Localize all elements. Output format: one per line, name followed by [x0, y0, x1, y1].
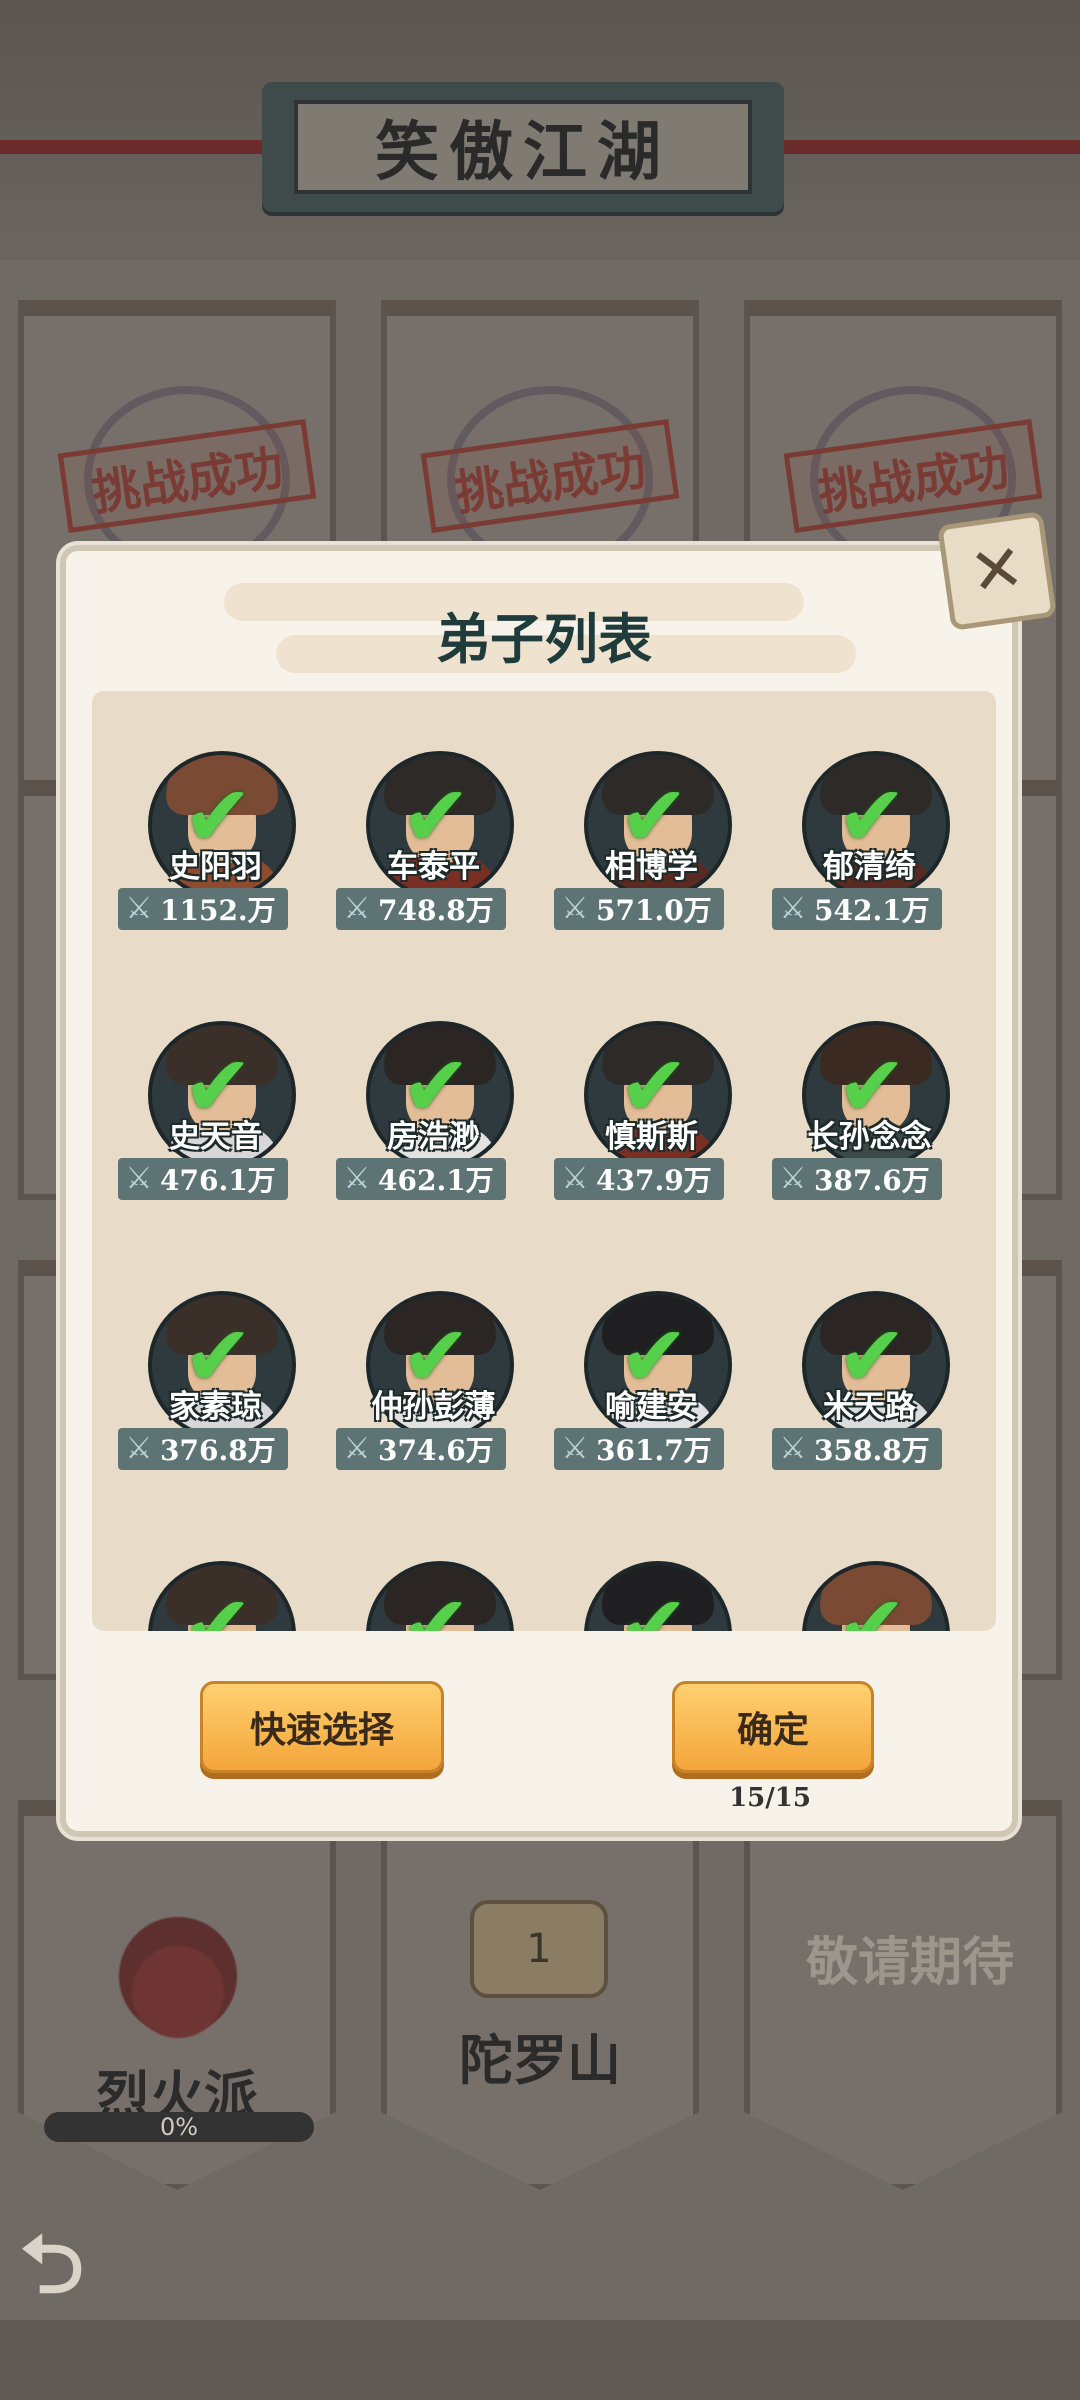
lock-icon: 1: [470, 1900, 608, 1998]
disciple-name: 长孙念念: [807, 1119, 932, 1155]
disciple-name: 相博学: [605, 849, 698, 885]
power-badge: ⚔ 374.6万: [336, 1428, 506, 1470]
power-badge: ⚔ 542.1万: [772, 888, 942, 930]
dialog-title: 弟子列表: [436, 607, 652, 671]
power-badge: ⚔ 476.1万: [118, 1158, 288, 1200]
disciple-card[interactable]: ✔ 房浩渺 ⚔ 462.1万: [336, 1013, 521, 1223]
quick-select-button[interactable]: 快速选择: [200, 1681, 444, 1773]
disciple-card[interactable]: ✔: [128, 1553, 303, 1631]
crossed-swords-icon: ⚔: [561, 1431, 589, 1466]
confirm-button[interactable]: 确定: [672, 1681, 874, 1773]
disciple-card[interactable]: ✔ 慎斯斯 ⚔ 437.9万: [554, 1013, 739, 1223]
power-value: 387.6万: [814, 1164, 930, 1197]
disciple-name: 史天音: [169, 1119, 262, 1155]
stage-label: 陀罗山: [459, 2028, 621, 2092]
disciple-name: 房浩渺: [387, 1119, 480, 1155]
disciple-name: 喻建安: [605, 1389, 698, 1425]
power-value: 1152.万: [160, 894, 276, 927]
checkmark-icon: ✔: [400, 1577, 472, 1631]
rope-right: [770, 140, 1080, 154]
disciple-name: 仲孙彭薄: [371, 1389, 496, 1425]
disciple-name: 慎斯斯: [605, 1119, 698, 1155]
power-value: 358.8万: [814, 1434, 930, 1467]
disciple-name: 家素琼: [169, 1389, 262, 1425]
disciple-card[interactable]: ✔ 郁清绮 ⚔ 542.1万: [772, 743, 957, 953]
checkmark-icon: ✔: [182, 1577, 254, 1631]
power-value: 376.8万: [160, 1434, 276, 1467]
disciple-grid: ✔ 史阳羽 ⚔ 1152.万 ✔ 车泰平 ⚔ 748.8万 ✔ 相博学 ⚔ 571.0万 ✔ 郁清绮 ⚔ 54…: [92, 691, 996, 1631]
power-value: 748.8万: [378, 894, 494, 927]
power-badge: ⚔ 358.8万: [772, 1428, 942, 1470]
disciple-name: 史阳羽: [169, 849, 262, 885]
power-badge: ⚔ 437.9万: [554, 1158, 724, 1200]
crossed-swords-icon: ⚔: [779, 1431, 807, 1466]
power-badge: ⚔ 462.1万: [336, 1158, 506, 1200]
disciple-card[interactable]: ✔ 相博学 ⚔ 571.0万: [554, 743, 739, 953]
dialog-header: 弟子列表: [224, 583, 864, 683]
crossed-swords-icon: ⚔: [561, 1161, 589, 1196]
page-title: 笑傲江湖: [294, 100, 752, 194]
disciple-card[interactable]: ✔: [564, 1553, 739, 1631]
stage-banner-coming-soon: [744, 1800, 1062, 2190]
crossed-swords-icon: ⚔: [125, 1431, 153, 1466]
power-badge: ⚔ 571.0万: [554, 888, 724, 930]
disciple-card[interactable]: ✔: [346, 1553, 521, 1631]
crossed-swords-icon: ⚔: [343, 1161, 371, 1196]
disciple-card[interactable]: ✔ 米天路 ⚔ 358.8万: [772, 1283, 957, 1493]
stage-progress: 0%: [44, 2112, 314, 2142]
power-badge: ⚔ 1152.万: [118, 888, 288, 930]
disciple-name: 车泰平: [387, 849, 480, 885]
crossed-swords-icon: ⚔: [343, 891, 371, 926]
power-value: 542.1万: [814, 894, 930, 927]
disciple-name: 米天路: [823, 1389, 916, 1425]
disciple-card[interactable]: ✔ 史阳羽 ⚔ 1152.万: [118, 743, 303, 953]
checkmark-icon: ✔: [618, 1577, 690, 1631]
close-icon[interactable]: ✕: [937, 511, 1057, 631]
power-badge: ⚔ 748.8万: [336, 888, 506, 930]
crossed-swords-icon: ⚔: [343, 1431, 371, 1466]
disciple-card[interactable]: ✔ 车泰平 ⚔ 748.8万: [336, 743, 521, 953]
title-plaque: 笑傲江湖: [262, 82, 784, 212]
bottom-bar: [0, 2320, 1080, 2400]
power-value: 571.0万: [596, 894, 712, 927]
crossed-swords-icon: ⚔: [125, 891, 153, 926]
power-badge: ⚔ 361.7万: [554, 1428, 724, 1470]
crossed-swords-icon: ⚔: [779, 1161, 807, 1196]
disciple-card[interactable]: ✔ 史天音 ⚔ 476.1万: [118, 1013, 303, 1223]
crossed-swords-icon: ⚔: [125, 1161, 153, 1196]
power-value: 374.6万: [378, 1434, 494, 1467]
disciple-card[interactable]: ✔ 喻建安 ⚔ 361.7万: [554, 1283, 739, 1493]
power-value: 361.7万: [596, 1434, 712, 1467]
disciple-card[interactable]: ✔ 长孙念念 ⚔ 387.6万: [772, 1013, 957, 1223]
power-value: 437.9万: [596, 1164, 712, 1197]
rope-left: [0, 140, 280, 154]
power-badge: ⚔ 376.8万: [118, 1428, 288, 1470]
checkmark-icon: ✔: [836, 1577, 908, 1631]
back-arrow-icon[interactable]: ⮌: [20, 2218, 140, 2320]
disciple-card[interactable]: ✔ 家素琼 ⚔ 376.8万: [118, 1283, 303, 1493]
disciple-card[interactable]: ✔ 仲孙彭薄 ⚔ 374.6万: [336, 1283, 521, 1493]
disciple-name: 郁清绮: [823, 849, 916, 885]
selected-count: 15/15: [729, 1783, 811, 1813]
disciple-card[interactable]: ✔: [782, 1553, 957, 1631]
coming-soon-label: 敬请期待: [805, 1933, 1014, 1993]
power-value: 462.1万: [378, 1164, 494, 1197]
disciple-list-dialog: 弟子列表 ✔ 史阳羽 ⚔ 1152.万 ✔ 车泰平 ⚔ 748.8万 ✔ 相博学 ⚔ 571.0万 ✔ 郁…: [60, 545, 1018, 1837]
crossed-swords-icon: ⚔: [561, 891, 589, 926]
fire-emblem-icon: [88, 1896, 268, 2056]
power-value: 476.1万: [160, 1164, 276, 1197]
power-badge: ⚔ 387.6万: [772, 1158, 942, 1200]
crossed-swords-icon: ⚔: [779, 891, 807, 926]
